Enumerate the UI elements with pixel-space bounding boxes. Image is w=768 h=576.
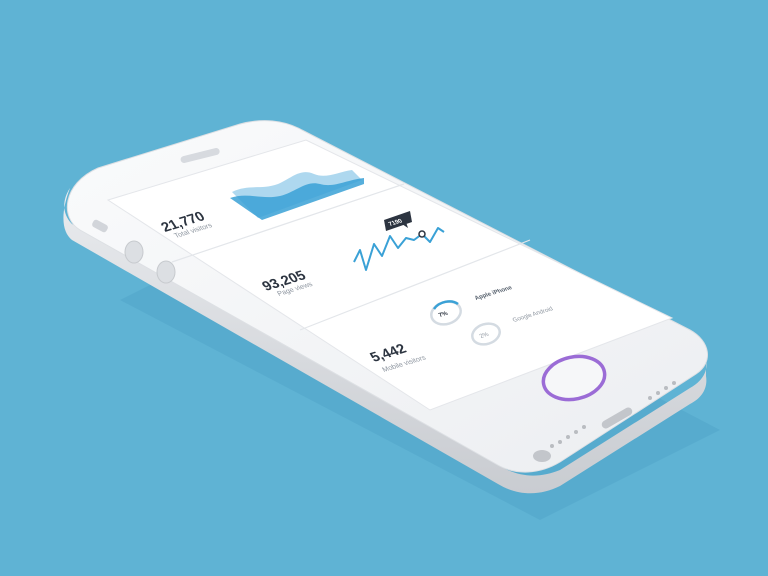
phone-scene: 21,770 Total visitors 93,205 Page views … [63,120,720,520]
headphone-jack [533,450,551,462]
volume-down-button[interactable] [156,260,176,284]
volume-up-button[interactable] [124,240,144,264]
chart-point-marker[interactable] [418,230,426,238]
